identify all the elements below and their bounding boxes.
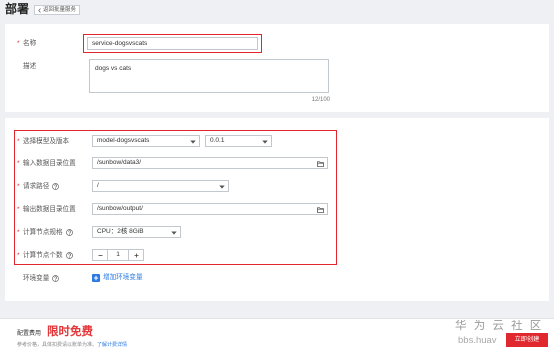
- fee-note: 参考价格，具体扣费请以账单为准。了解计费详情: [17, 342, 127, 349]
- request-path-label: * 请求路径: [17, 182, 60, 191]
- fee-value: 限时免费: [47, 326, 93, 338]
- description-char-counter: 12/100: [311, 97, 330, 103]
- plus-icon: [134, 253, 139, 258]
- version-select-value: 0.0.1: [210, 137, 225, 144]
- version-select[interactable]: 0.0.1: [205, 135, 272, 147]
- help-icon[interactable]: [65, 252, 73, 259]
- model-version-label-text: 选择模型及版本: [23, 138, 70, 145]
- add-env-var-button[interactable]: 增加环境变量: [92, 273, 143, 283]
- request-path-value: /: [97, 182, 99, 189]
- decrement-button[interactable]: [93, 250, 108, 260]
- chevron-left-icon: [38, 7, 41, 13]
- input-dir-label-text: 输入数据目录位置: [23, 160, 76, 167]
- help-icon[interactable]: [52, 275, 60, 282]
- fee-note-text: 参考价格，具体扣费请以账单为准。: [17, 342, 98, 348]
- env-vars-label-text: 环境变量: [23, 275, 50, 282]
- watermark-url: bbs.huav: [458, 335, 497, 346]
- back-button[interactable]: 返回批量服务: [34, 5, 80, 15]
- description-value: dogs vs cats: [95, 65, 132, 72]
- name-input-value: service-dogsvscats: [92, 40, 148, 47]
- folder-icon[interactable]: [317, 206, 324, 213]
- minus-icon: [98, 253, 103, 258]
- chevron-down-icon: [261, 138, 268, 145]
- plus-square-icon: [92, 274, 100, 282]
- request-path-label-text: 请求路径: [23, 183, 50, 190]
- compute-spec-label-text: 计算节点规格: [23, 229, 63, 236]
- description-label-text: 描述: [23, 63, 37, 70]
- compute-spec-select[interactable]: CPU：2核 8GiB: [92, 226, 181, 238]
- output-dir-label: * 输出数据目录位置: [17, 205, 76, 214]
- name-input[interactable]: service-dogsvscats: [87, 37, 258, 50]
- name-label: * 名称: [17, 39, 36, 48]
- compute-count-value[interactable]: 1: [108, 250, 128, 260]
- compute-count-label: * 计算节点个数: [17, 251, 73, 260]
- chevron-down-icon: [218, 183, 225, 190]
- input-dir-field[interactable]: /sunbow/data3/: [92, 157, 328, 169]
- model-version-label: * 选择模型及版本: [17, 137, 69, 146]
- compute-spec-label: * 计算节点规格: [17, 228, 73, 237]
- output-dir-field[interactable]: /sunbow/output/: [92, 203, 328, 215]
- back-button-label: 返回批量服务: [43, 7, 77, 13]
- output-dir-value: /sunbow/output/: [97, 205, 143, 212]
- folder-icon[interactable]: [317, 160, 324, 167]
- create-now-button[interactable]: 立即创建: [506, 333, 548, 347]
- help-icon[interactable]: [52, 183, 60, 190]
- model-select[interactable]: model-dogsvscats: [92, 135, 200, 147]
- increment-button[interactable]: [128, 250, 143, 260]
- help-icon[interactable]: [65, 229, 73, 236]
- input-dir-label: * 输入数据目录位置: [17, 159, 76, 168]
- compute-spec-value: CPU：2核 8GiB: [97, 228, 144, 235]
- name-label-text: 名称: [23, 40, 37, 47]
- chevron-down-icon: [189, 138, 196, 145]
- watermark-name: 华 为 云 社 区: [455, 320, 544, 332]
- request-path-select[interactable]: /: [92, 180, 229, 192]
- model-select-value: model-dogsvscats: [97, 137, 150, 144]
- compute-count-label-text: 计算节点个数: [23, 252, 63, 259]
- compute-count-stepper: 1: [92, 249, 144, 261]
- chevron-down-icon: [170, 229, 177, 236]
- add-env-var-label: 增加环境变量: [103, 274, 143, 281]
- description-label: 描述: [23, 62, 36, 71]
- env-vars-label: 环境变量: [23, 274, 60, 283]
- description-textarea[interactable]: dogs vs cats: [89, 59, 329, 93]
- input-dir-value: /sunbow/data3/: [97, 159, 142, 166]
- fee-label: 配置费用: [17, 331, 42, 337]
- page-title: 部署: [5, 2, 30, 16]
- billing-details-link[interactable]: 了解计费详情: [97, 342, 127, 348]
- output-dir-label-text: 输出数据目录位置: [23, 206, 76, 213]
